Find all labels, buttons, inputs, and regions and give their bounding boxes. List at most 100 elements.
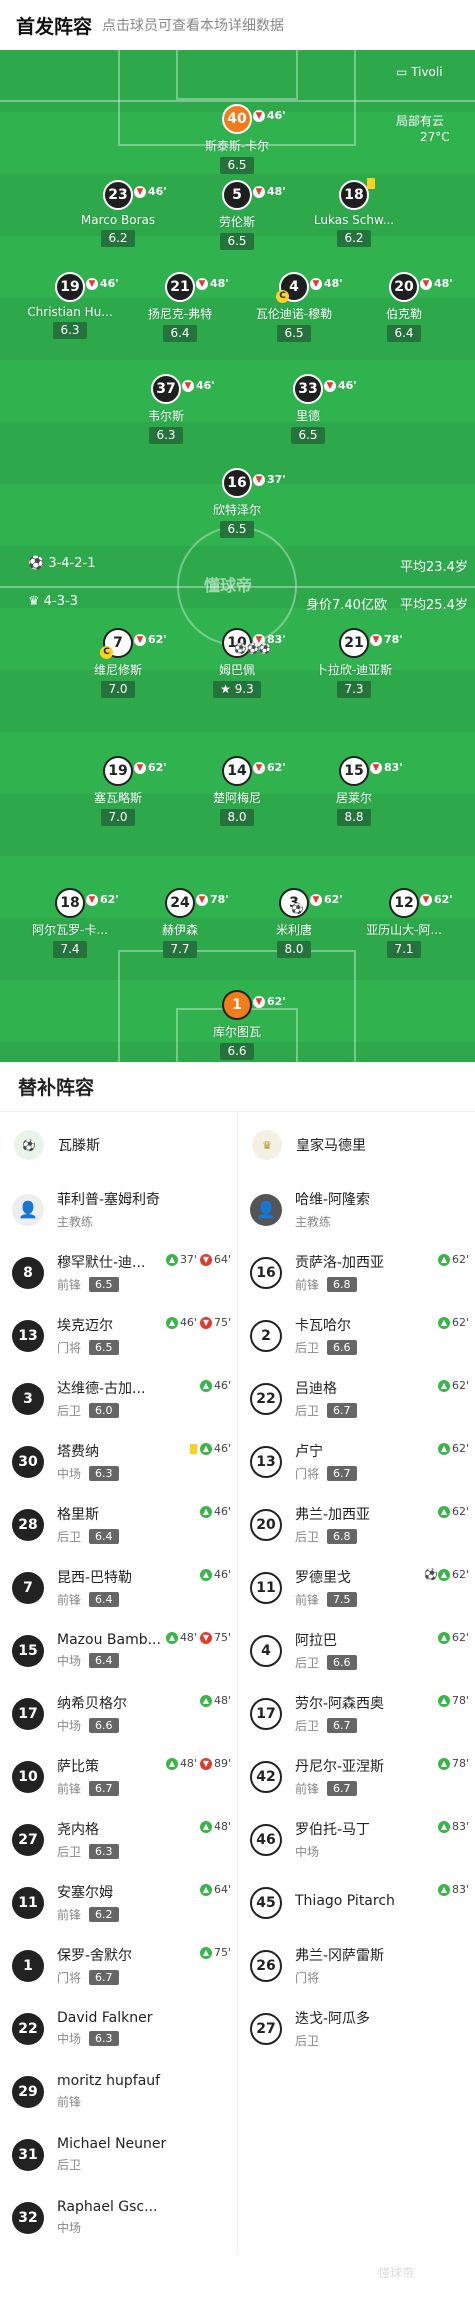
sub-player-row[interactable]: 22 吕迪格 后卫 6.7 ▲ 62' [238, 1367, 475, 1430]
subs-home-column: ⚽ 瓦滕斯 👤 菲利普-塞姆利奇 主教练 8 穆罕默仕-迪... 前锋 6.5 ▲ 37' ▼… [0, 1112, 237, 2249]
goal-icon: ⚽ [424, 1568, 438, 1581]
player-away-10[interactable]: 1 ▼ 62' 库尔图瓦 6.6 [172, 990, 302, 1060]
player-away-0[interactable]: 7 ▼ 62' C 维尼修斯 7.0 [53, 628, 183, 698]
sub-event: ▲ 78' [437, 1694, 469, 1707]
player-number: 16 [250, 1256, 282, 1289]
sub-player-row[interactable]: 11 罗德里戈 前锋 7.5 ⚽ ▲ 62' [238, 1556, 475, 1619]
sub-player-row[interactable]: 28 格里斯 后卫 6.4 ▲ 46' [0, 1493, 237, 1556]
player-name: 劳尔-阿森西奥 [295, 1696, 385, 1712]
player-away-1[interactable]: 10 ▼ 83' ⚽⚽⚽ 姆巴佩 ★ 9.3 [172, 628, 302, 698]
sub-player-row[interactable]: 31 Michael Neuner 后卫 [0, 2123, 237, 2186]
home-coach[interactable]: 👤 菲利普-塞姆利奇 主教练 [0, 1178, 237, 1241]
player-home-9[interactable]: 33 ▼ 46' 里德 6.5 [243, 374, 373, 444]
player-name: moritz hupfauf [57, 2073, 161, 2089]
sub-player-row[interactable]: 2 卡瓦哈尔 后卫 6.6 ▲ 62' [238, 1304, 475, 1367]
player-position: 前锋 [295, 1782, 320, 1796]
player-position: 中场 [295, 1845, 320, 1859]
sub-in-icon: ▲ [165, 1316, 178, 1329]
player-away-2[interactable]: 21 ▼ 78' 卜拉欣-迪亚斯 7.3 [289, 628, 419, 698]
sub-player-row[interactable]: 17 纳希贝格尔 中场 6.6 ▲ 48' [0, 1682, 237, 1745]
player-name: 达维德-古加... [57, 1381, 146, 1397]
sub-player-row[interactable]: 3 达维德-古加... 后卫 6.0 ▲ 46' [0, 1367, 237, 1430]
player-name: 弗兰-冈萨雷斯 [295, 1948, 385, 1964]
player-number: 46 [250, 1823, 282, 1856]
sub-event: ▲ 62' [437, 1442, 469, 1455]
venue-row: ▭ Tivoli [396, 65, 443, 79]
player-away-4[interactable]: 14 ▼ 62' 楚阿梅尼 8.0 [172, 756, 302, 826]
player-rating: 6.3 [89, 2031, 119, 2046]
sub-event: ▲ 62' [437, 1316, 469, 1329]
player-name: 穆罕默仕-迪... [57, 1255, 146, 1271]
sub-player-row[interactable]: 45 Thiago Pitarch ▲ 83' [238, 1871, 475, 1934]
sub-player-row[interactable]: 13 埃克迈尔 门将 6.5 ▲ 46' ▼ 75' [0, 1304, 237, 1367]
sub-player-row[interactable]: 27 迭戈-阿瓜多 后卫 [238, 1997, 475, 2060]
player-rating: 6.3 [89, 1844, 119, 1859]
sub-player-row[interactable]: 42 丹尼尔-亚涅斯 前锋 6.7 ▲ 78' [238, 1745, 475, 1808]
player-away-7[interactable]: 24 ▼ 78' 赫伊森 7.7 [115, 888, 245, 958]
sub-player-row[interactable]: 46 罗伯托-马丁 中场 ▲ 83' [238, 1808, 475, 1871]
player-rating: 6.6 [89, 1718, 119, 1733]
sub-player-row[interactable]: 32 Raphael Gsc... 中场 [0, 2186, 237, 2249]
player-name: 昆西-巴特勒 [57, 1570, 133, 1586]
player-name: 卢宁 [295, 1444, 323, 1460]
home-team-icon: ⚽ [28, 556, 49, 571]
player-home-7[interactable]: 20 ▼ 48' 伯克勒 6.4 [339, 272, 469, 342]
sub-player-row[interactable]: 15 Mazou Bamb... 中场 6.4 ▲ 48' ▼ 75' [0, 1619, 237, 1682]
venue-name: Tivoli [411, 65, 443, 79]
sub-player-row[interactable]: 30 塔费纳 中场 6.3 ▲ 46' [0, 1430, 237, 1493]
sub-player-row[interactable]: 8 穆罕默仕-迪... 前锋 6.5 ▲ 37' ▼ 64' [0, 1241, 237, 1304]
player-number: 45 [250, 1886, 282, 1919]
player-home-1[interactable]: 23 ▼ 46' Marco Boras 6.2 [53, 180, 183, 247]
sub-player-row[interactable]: 1 保罗-舍默尔 门将 6.7 ▲ 75' [0, 1934, 237, 1997]
subs-away-team: ♛ 皇家马德里 [238, 1112, 475, 1178]
player-name: 塔费纳 [57, 1444, 99, 1460]
away-coach[interactable]: 👤 哈维-阿隆索 主教练 [238, 1178, 475, 1241]
player-name: 格里斯 [57, 1507, 99, 1523]
pitch: ▭ Tivoli 局部有云 27°C 懂球帝 ⚽ 3-4-2-1 平均23.4岁… [0, 50, 475, 1062]
player-home-2[interactable]: 5 ▼ 48' 劳伦斯 6.5 [172, 180, 302, 250]
player-rating: 6.7 [327, 1718, 357, 1733]
player-position: 后卫 [295, 1530, 320, 1544]
player-position: 中场 [57, 1654, 82, 1668]
player-number: 22 [12, 2012, 44, 2045]
sub-player-row[interactable]: 7 昆西-巴特勒 前锋 6.4 ▲ 46' [0, 1556, 237, 1619]
sub-player-row[interactable]: 16 贡萨洛-加西亚 前锋 6.8 ▲ 62' [238, 1241, 475, 1304]
sub-player-row[interactable]: 4 阿拉巴 后卫 6.6 ▲ 62' [238, 1619, 475, 1682]
player-number: 2 [250, 1319, 282, 1352]
sub-player-row[interactable]: 20 弗兰-加西亚 后卫 6.8 ▲ 62' [238, 1493, 475, 1556]
player-home-0[interactable]: 40 ▼ 46' 斯泰斯-卡尔 6.5 [172, 104, 302, 174]
player-rating: 6.4 [89, 1592, 119, 1607]
sub-event: ▲ 48' ▼ 75' [165, 1631, 231, 1644]
sub-player-row[interactable]: 17 劳尔-阿森西奥 后卫 6.7 ▲ 78' [238, 1682, 475, 1745]
player-rating: 6.6 [327, 1655, 357, 1670]
sub-in-icon: ▲ [199, 1442, 212, 1455]
player-number: 17 [12, 1697, 44, 1730]
coach-name: 哈维-阿隆索 [295, 1192, 371, 1208]
player-home-8[interactable]: 37 ▼ 46' 韦尔斯 6.3 [101, 374, 231, 444]
sub-event: ▲ 46' ▼ 75' [165, 1316, 231, 1329]
player-number: 31 [12, 2138, 44, 2171]
sub-player-row[interactable]: 26 弗兰-冈萨雷斯 门将 [238, 1934, 475, 1997]
sub-event: ▲ 62' [437, 1253, 469, 1266]
sub-player-row[interactable]: 11 安塞尔姆 前锋 6.2 ▲ 64' [0, 1871, 237, 1934]
sub-player-row[interactable]: 10 萨比策 前锋 6.7 ▲ 48' ▼ 89' [0, 1745, 237, 1808]
player-name: Mazou Bamb... [57, 1632, 161, 1648]
sub-player-row[interactable]: 22 David Falkner 中场 6.3 [0, 1997, 237, 2060]
player-away-5[interactable]: 15 ▼ 83' 居莱尔 8.8 [289, 756, 419, 826]
player-away-9[interactable]: 12 ▼ 62' 亚历山大-阿... 7.1 [339, 888, 469, 958]
sub-player-row[interactable]: 29 moritz hupfauf 前锋 [0, 2060, 237, 2123]
player-name: 贡萨洛-加西亚 [295, 1255, 385, 1271]
player-home-5[interactable]: 21 ▼ 48' 扬尼克-弗特 6.4 [115, 272, 245, 342]
player-home-3[interactable]: 18 Lukas Schw... 6.2 [289, 178, 419, 247]
player-rating: 6.6 [327, 1340, 357, 1355]
sub-player-row[interactable]: 13 卢宁 门将 6.7 ▲ 62' [238, 1430, 475, 1493]
footer-watermark: 懂球帝 [378, 2266, 415, 2280]
player-rating: 6.5 [89, 1277, 119, 1292]
player-name: 埃克迈尔 [57, 1318, 113, 1334]
sub-player-row[interactable]: 27 尧内格 后卫 6.3 ▲ 48' [0, 1808, 237, 1871]
player-away-3[interactable]: 19 ▼ 62' 塞瓦略斯 7.0 [53, 756, 183, 826]
sub-in-icon: ▲ [165, 1757, 178, 1770]
player-home-10[interactable]: 16 ▼ 37' 欣特泽尔 6.5 [172, 468, 302, 538]
home-team-logo: ⚽ [14, 1130, 44, 1160]
sub-event: ▲ 75' [199, 1946, 231, 1959]
